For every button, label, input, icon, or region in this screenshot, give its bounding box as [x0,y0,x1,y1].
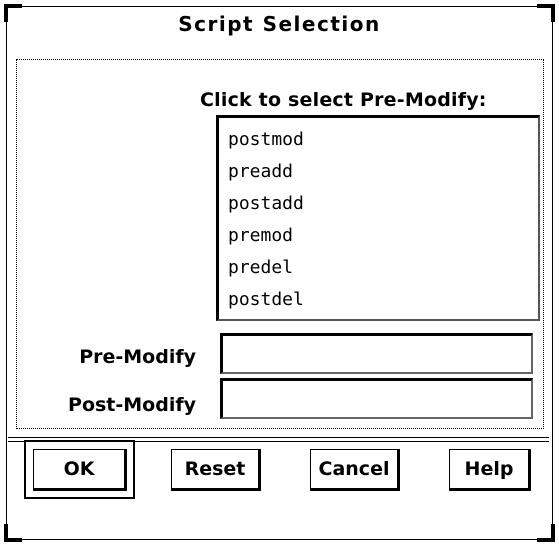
separator-line [8,437,549,438]
ok-button[interactable]: OK [33,449,127,491]
list-caption: Click to select Pre-Modify: [200,89,487,111]
reset-button[interactable]: Reset [171,449,261,491]
frame-corner-bl-v [4,524,8,542]
list-item[interactable]: postdel [228,284,304,316]
list-item[interactable]: preadd [228,156,293,188]
list-item[interactable]: premod [228,220,293,252]
frame-corner-br-v [551,524,555,542]
script-listbox[interactable]: postmod preadd postadd premod predel pos… [216,115,540,321]
pre-modify-label: Pre-Modify [79,346,196,368]
post-modify-label: Post-Modify [68,394,196,416]
dialog-title: Script Selection [178,12,381,36]
post-modify-field[interactable] [220,378,533,419]
list-item[interactable]: postmod [228,124,304,156]
list-item[interactable]: predel [228,252,293,284]
help-button[interactable]: Help [449,449,531,491]
pre-modify-field[interactable] [220,333,533,374]
cancel-button[interactable]: Cancel [310,449,400,491]
list-item[interactable]: postadd [228,188,304,220]
